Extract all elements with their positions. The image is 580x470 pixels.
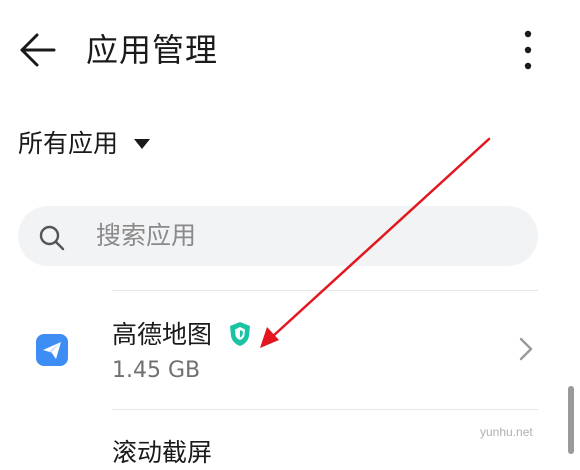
list-divider <box>112 409 538 410</box>
chevron-right-icon <box>519 337 533 361</box>
amap-brand-icon <box>230 322 250 346</box>
more-vertical-icon <box>524 30 532 70</box>
caret-down-icon <box>134 139 151 149</box>
more-options-button[interactable] <box>510 26 546 74</box>
app-name: 滚动截屏 <box>112 438 213 467</box>
back-button[interactable] <box>16 28 60 72</box>
app-name: 高德地图 <box>112 320 213 349</box>
page-title: 应用管理 <box>86 31 219 69</box>
app-filter-dropdown[interactable]: 所有应用 <box>18 124 151 164</box>
app-size: 1.45 GB <box>112 358 201 383</box>
list-divider <box>112 290 538 291</box>
arrow-left-icon <box>20 33 56 67</box>
search-icon <box>39 225 65 251</box>
search-input[interactable]: 搜索应用 <box>18 206 538 266</box>
paper-plane-icon <box>36 334 68 366</box>
app-list-item[interactable]: 滚动截屏 <box>112 436 212 470</box>
scrollbar[interactable] <box>568 386 574 454</box>
search-placeholder: 搜索应用 <box>96 221 197 250</box>
app-bar: 应用管理 <box>0 0 580 100</box>
filter-label: 所有应用 <box>18 129 119 158</box>
app-list-item[interactable]: 高德地图 1.45 GB <box>0 292 580 408</box>
watermark: yunhu.net <box>480 425 533 439</box>
